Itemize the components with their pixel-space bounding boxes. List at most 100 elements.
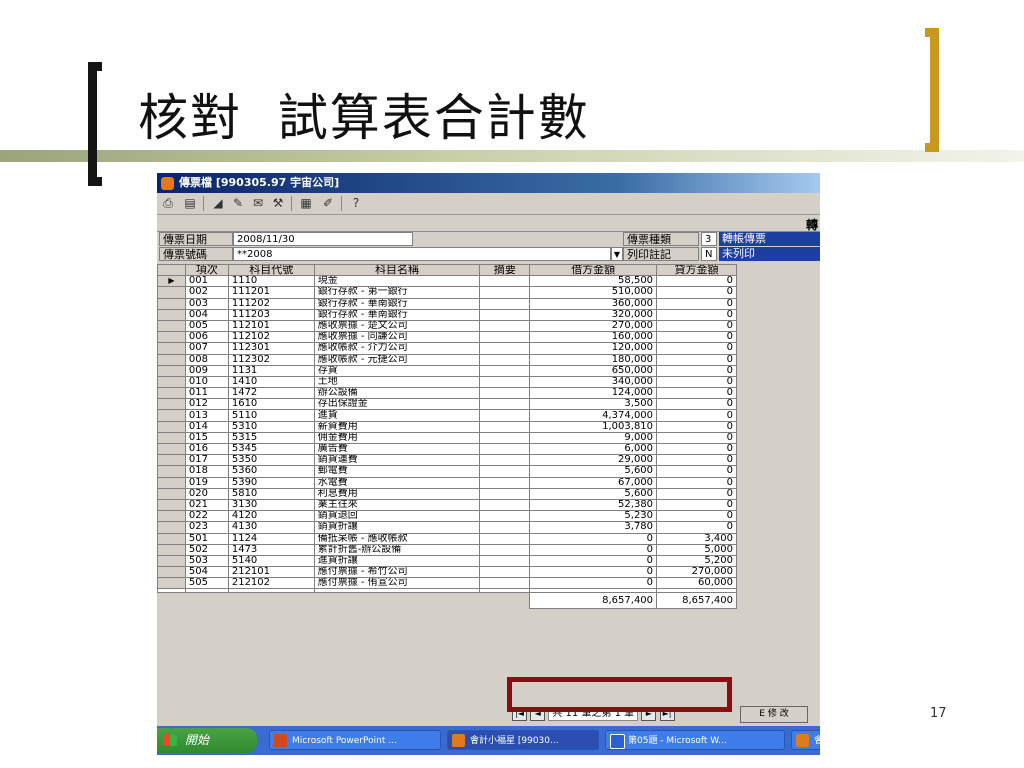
credit-amount-cell[interactable]: 5,200	[656, 554, 737, 568]
account-code-cell[interactable]: 5310	[227, 420, 315, 433]
debit-amount-cell[interactable]: 120,000	[529, 342, 658, 355]
debit-amount-cell[interactable]: 1,003,810	[529, 420, 658, 433]
item-number-cell[interactable]: 022	[184, 510, 229, 523]
memo-cell[interactable]	[479, 442, 531, 456]
account-name-cell[interactable]: 應收票據 - 楚文公司	[313, 319, 481, 333]
credit-amount-cell[interactable]: 0	[656, 364, 737, 377]
row-selector[interactable]	[157, 409, 186, 422]
memo-cell[interactable]	[479, 353, 531, 366]
table-row[interactable]: 003 111202 銀行存款 - 華南銀行 360,000 0	[157, 297, 737, 310]
table-row[interactable]: 007 112301 應收帳款 - 介力公司 120,000 0	[157, 342, 737, 355]
account-code-cell[interactable]: 3130	[227, 498, 315, 512]
debit-amount-cell[interactable]: 29,000	[529, 454, 658, 467]
table-row[interactable]: 505 212102 應付票據 - 侑宣公司 0 60,000	[157, 577, 737, 590]
account-name-cell[interactable]: 水電費	[313, 476, 481, 489]
preview-icon[interactable]: ▤	[181, 196, 199, 211]
memo-cell[interactable]	[479, 364, 531, 377]
debit-amount-cell[interactable]: 270,000	[529, 319, 658, 333]
debit-amount-cell[interactable]: 160,000	[529, 331, 658, 344]
debit-amount-cell[interactable]: 5,600	[529, 465, 658, 478]
account-name-cell[interactable]: 進貨	[313, 409, 481, 422]
item-number-cell[interactable]: 017	[184, 454, 229, 467]
table-row[interactable]: 012 1610 存出保證金 3,500 0	[157, 398, 737, 411]
row-selector[interactable]	[157, 566, 186, 579]
row-selector[interactable]	[157, 297, 186, 310]
memo-cell[interactable]	[479, 297, 531, 310]
account-code-cell[interactable]: 5350	[227, 454, 315, 467]
item-number-cell[interactable]: 502	[184, 543, 229, 556]
item-number-cell[interactable]: 503	[184, 554, 229, 568]
credit-amount-cell[interactable]: 5,000	[656, 543, 737, 556]
account-code-cell[interactable]: 1110	[227, 275, 315, 288]
table-row[interactable]: 006 112102 應收票據 - 同謙公司 160,000 0	[157, 331, 737, 344]
table-row[interactable]: 017 5350 銷貨運費 29,000 0	[157, 454, 737, 467]
taskbar-item-word[interactable]: 第05題 - Microsoft W...	[605, 730, 785, 750]
account-name-cell[interactable]: 累計折舊-辦公設備	[313, 543, 481, 556]
table-row[interactable]: 022 4120 銷貨退回 5,230 0	[157, 510, 737, 523]
account-name-cell[interactable]: 備抵呆帳 - 應收帳款	[313, 532, 481, 545]
memo-cell[interactable]	[479, 577, 531, 590]
table-row[interactable]: 503 5140 進貨折讓 0 5,200	[157, 554, 737, 568]
date-field[interactable]: 2008/11/30	[233, 232, 413, 246]
memo-cell[interactable]	[479, 275, 531, 288]
memo-cell[interactable]	[479, 398, 531, 411]
item-number-cell[interactable]: 006	[184, 331, 229, 344]
account-code-cell[interactable]: 1472	[227, 387, 315, 400]
print-icon[interactable]: ⎙	[159, 196, 177, 211]
table-row[interactable]: 504 212101 應付票據 - 希竹公司 0 270,000	[157, 566, 737, 579]
tool-icon[interactable]: ⚒	[269, 196, 287, 211]
debit-amount-cell[interactable]: 650,000	[529, 364, 658, 377]
item-number-cell[interactable]: 012	[184, 398, 229, 411]
memo-cell[interactable]	[479, 465, 531, 478]
credit-amount-cell[interactable]: 0	[656, 521, 737, 534]
credit-amount-cell[interactable]: 0	[656, 510, 737, 523]
account-code-cell[interactable]: 5390	[227, 476, 315, 489]
credit-amount-cell[interactable]: 270,000	[656, 566, 737, 579]
item-number-cell[interactable]: 003	[184, 297, 229, 310]
item-number-cell[interactable]: 001	[184, 275, 229, 288]
taskbar-item-accounting[interactable]: 會計小福星 [99030...	[447, 730, 599, 750]
account-code-cell[interactable]: 112101	[227, 319, 315, 333]
table-row[interactable]: 016 5345 廣告費 6,000 0	[157, 442, 737, 456]
credit-amount-cell[interactable]: 0	[656, 487, 737, 500]
type-field[interactable]: 3	[701, 232, 717, 246]
debit-amount-cell[interactable]: 5,600	[529, 487, 658, 500]
credit-amount-cell[interactable]: 0	[656, 476, 737, 489]
table-row[interactable]: 023 4130 銷貨折讓 3,780 0	[157, 521, 737, 534]
memo-cell[interactable]	[479, 331, 531, 344]
credit-amount-cell[interactable]: 0	[656, 286, 737, 299]
account-name-cell[interactable]: 應收票據 - 同謙公司	[313, 331, 481, 344]
table-row[interactable]: 002 111201 銀行存款 - 第一銀行 510,000 0	[157, 286, 737, 299]
table-row[interactable]: 019 5390 水電費 67,000 0	[157, 476, 737, 489]
debit-amount-cell[interactable]: 5,230	[529, 510, 658, 523]
credit-amount-cell[interactable]: 0	[656, 420, 737, 433]
row-selector[interactable]	[157, 331, 186, 344]
account-name-cell[interactable]: 薪資費用	[313, 420, 481, 433]
table-row[interactable]: ▶ 001 1110 現金 58,500 0	[157, 275, 737, 288]
table-row[interactable]: 011 1472 辦公設備 124,000 0	[157, 387, 737, 400]
debit-amount-cell[interactable]: 340,000	[529, 375, 658, 389]
chart-icon[interactable]: ◢	[209, 196, 227, 211]
row-selector[interactable]	[157, 319, 186, 333]
credit-amount-cell[interactable]: 0	[656, 398, 737, 411]
row-selector[interactable]	[157, 543, 186, 556]
item-number-cell[interactable]: 015	[184, 431, 229, 445]
memo-cell[interactable]	[479, 487, 531, 500]
account-name-cell[interactable]: 存貨	[313, 364, 481, 377]
debit-amount-cell[interactable]: 3,780	[529, 521, 658, 534]
chevron-down-icon[interactable]: ▼	[611, 247, 623, 261]
credit-amount-cell[interactable]: 0	[656, 275, 737, 288]
credit-amount-cell[interactable]: 60,000	[656, 577, 737, 590]
account-name-cell[interactable]: 佣金費用	[313, 431, 481, 445]
table-row[interactable]: 021 3130 業主往來 52,380 0	[157, 498, 737, 512]
table-row[interactable]: 502 1473 累計折舊-辦公設備 0 5,000	[157, 543, 737, 556]
credit-amount-cell[interactable]: 0	[656, 387, 737, 400]
row-selector[interactable]	[157, 442, 186, 456]
edit-icon[interactable]: ✐	[319, 196, 337, 211]
table-row[interactable]: 020 5810 利息費用 5,600 0	[157, 487, 737, 500]
item-number-cell[interactable]: 018	[184, 465, 229, 478]
account-name-cell[interactable]: 銷貨折讓	[313, 521, 481, 534]
account-name-cell[interactable]: 郵電費	[313, 465, 481, 478]
account-code-cell[interactable]: 111203	[227, 308, 315, 321]
credit-amount-cell[interactable]: 0	[656, 442, 737, 456]
